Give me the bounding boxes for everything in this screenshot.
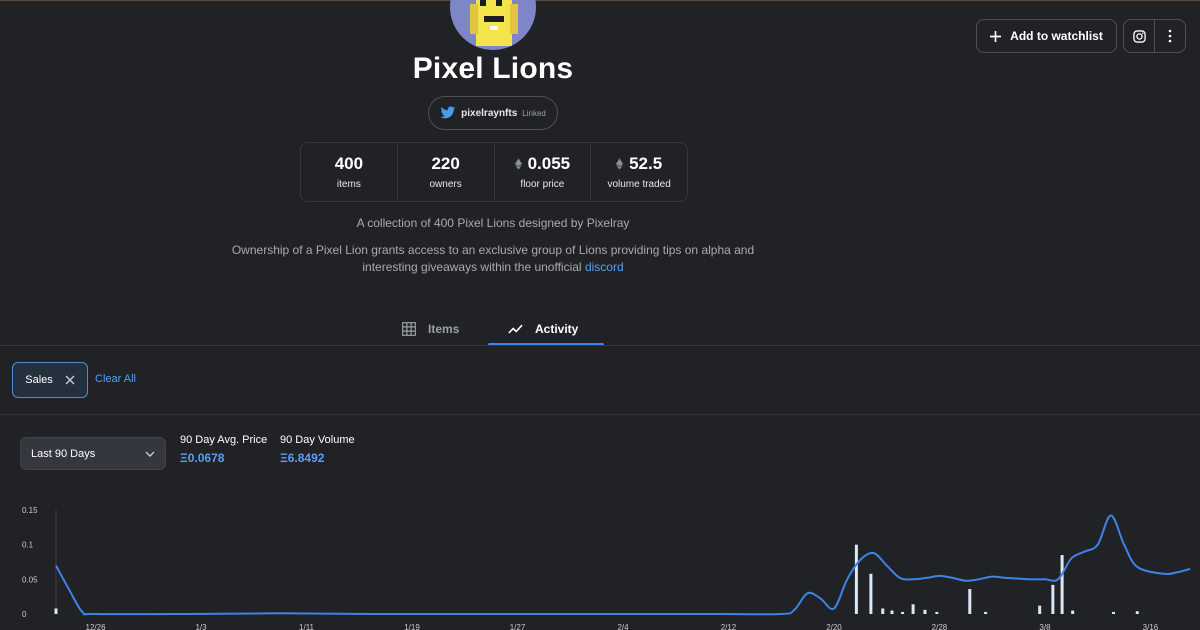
volume-bar xyxy=(1112,611,1116,614)
volume-metric: 90 Day Volume Ξ6.8492 xyxy=(280,434,355,465)
stat-volume: 52.5 volume traded xyxy=(591,143,687,201)
volume-bar xyxy=(1038,605,1042,614)
stat-owners: 220 owners xyxy=(398,143,495,201)
x-tick-label: 2/20 xyxy=(826,623,842,630)
tab-activity-label: Activity xyxy=(535,321,579,336)
collection-title: Pixel Lions xyxy=(412,52,574,85)
eth-icon xyxy=(616,158,624,170)
grid-icon xyxy=(402,321,416,336)
volume-bar xyxy=(881,608,885,614)
stat-volume-value: 52.5 xyxy=(629,154,663,173)
tab-items-label: Items xyxy=(428,321,460,336)
volume-label: 90 Day Volume xyxy=(280,434,355,446)
volume-bar xyxy=(1060,555,1064,614)
sales-filter-chip[interactable]: Sales xyxy=(12,362,88,398)
stat-floor-price: 0.055 floor price xyxy=(495,143,592,201)
volume-bar xyxy=(1051,584,1055,614)
twitter-linked-status: Linked xyxy=(522,108,546,118)
avg-price-line xyxy=(55,514,1191,616)
volume-bar xyxy=(923,609,927,614)
stat-floor-label: floor price xyxy=(520,179,565,190)
avg-price-value: Ξ0.0678 xyxy=(180,451,225,465)
watchlist-label: Add to watchlist xyxy=(1010,29,1103,43)
volume-value: Ξ6.8492 xyxy=(280,451,325,465)
y-tick-label: 0.05 xyxy=(22,575,38,584)
eth-icon xyxy=(514,158,522,170)
stat-items-value: 400 xyxy=(334,154,364,173)
top-border xyxy=(0,0,1200,1)
collection-avatar xyxy=(450,0,536,50)
description-text: Ownership of a Pixel Lion grants access … xyxy=(231,243,755,274)
filter-divider xyxy=(0,414,1200,415)
y-tick-label: 0.1 xyxy=(22,541,34,550)
x-tick-label: 1/27 xyxy=(510,623,526,630)
x-tick-label: 1/3 xyxy=(195,623,207,630)
x-tick-label: 1/11 xyxy=(299,623,315,630)
x-tick-label: 2/28 xyxy=(932,623,948,630)
add-to-watchlist-button[interactable]: Add to watchlist xyxy=(976,19,1117,53)
chevron-down-icon xyxy=(145,451,155,457)
discord-link[interactable]: discord xyxy=(585,260,624,274)
volume-bar xyxy=(901,611,905,614)
clear-all-link[interactable]: Clear All xyxy=(95,373,136,385)
activity-line-icon xyxy=(508,324,523,334)
twitter-handle: pixelraynfts xyxy=(461,107,518,119)
x-tick-label: 3/8 xyxy=(1039,623,1051,630)
stat-owners-label: owners xyxy=(429,179,462,190)
volume-bar xyxy=(890,610,894,614)
y-tick-label: 0 xyxy=(22,610,27,619)
collection-stats: 400 items 220 owners 0.055 floor price 5… xyxy=(300,142,688,202)
instagram-icon xyxy=(1132,29,1146,43)
volume-bar xyxy=(968,589,972,614)
time-range-select[interactable]: Last 90 Days xyxy=(20,437,166,470)
stat-items: 400 items xyxy=(301,143,398,201)
volume-bar xyxy=(54,608,58,614)
volume-bar xyxy=(984,611,988,614)
stat-floor-value: 0.055 xyxy=(527,154,571,173)
avg-price-label: 90 Day Avg. Price xyxy=(180,434,268,446)
twitter-link[interactable]: pixelraynfts Linked xyxy=(428,96,558,130)
volume-bar xyxy=(1135,611,1139,614)
stat-volume-label: volume traded xyxy=(607,179,671,190)
more-vertical-icon xyxy=(1168,29,1172,43)
close-icon[interactable] xyxy=(65,375,75,385)
x-tick-label: 2/4 xyxy=(617,623,629,630)
x-tick-label: 3/16 xyxy=(1143,623,1159,630)
volume-bar xyxy=(1071,610,1075,614)
avg-price-metric: 90 Day Avg. Price Ξ0.0678 xyxy=(180,434,267,465)
tab-items[interactable]: Items xyxy=(402,312,459,345)
twitter-icon xyxy=(440,106,456,119)
volume-bar xyxy=(935,611,939,614)
tabs-divider xyxy=(0,345,1200,346)
stat-items-label: items xyxy=(336,179,361,190)
time-range-value: Last 90 Days xyxy=(31,447,96,460)
volume-bar xyxy=(854,544,858,614)
instagram-button[interactable] xyxy=(1124,20,1155,52)
price-volume-chart: 0.15 0.1 0.05 0 12/26 1/3 1/11 1/19 1/27 2/4 2/12 2… xyxy=(22,506,1191,630)
x-tick-label: 12/26 xyxy=(86,623,107,630)
volume-bar xyxy=(869,573,873,614)
tab-activity[interactable]: Activity xyxy=(508,312,578,345)
x-tick-label: 1/19 xyxy=(404,623,420,630)
y-tick-label: 0.15 xyxy=(22,506,38,515)
collection-description-details: Ownership of a Pixel Lion grants access … xyxy=(230,242,756,276)
sales-chip-label: Sales xyxy=(25,374,53,386)
plus-icon xyxy=(990,30,1002,42)
volume-bar xyxy=(911,604,915,614)
collection-description: A collection of 400 Pixel Lions designed… xyxy=(356,216,630,230)
more-options-button[interactable] xyxy=(1155,20,1185,52)
header-icon-buttons xyxy=(1123,19,1186,53)
stat-owners-value: 220 xyxy=(431,154,460,173)
x-tick-label: 2/12 xyxy=(721,623,737,630)
